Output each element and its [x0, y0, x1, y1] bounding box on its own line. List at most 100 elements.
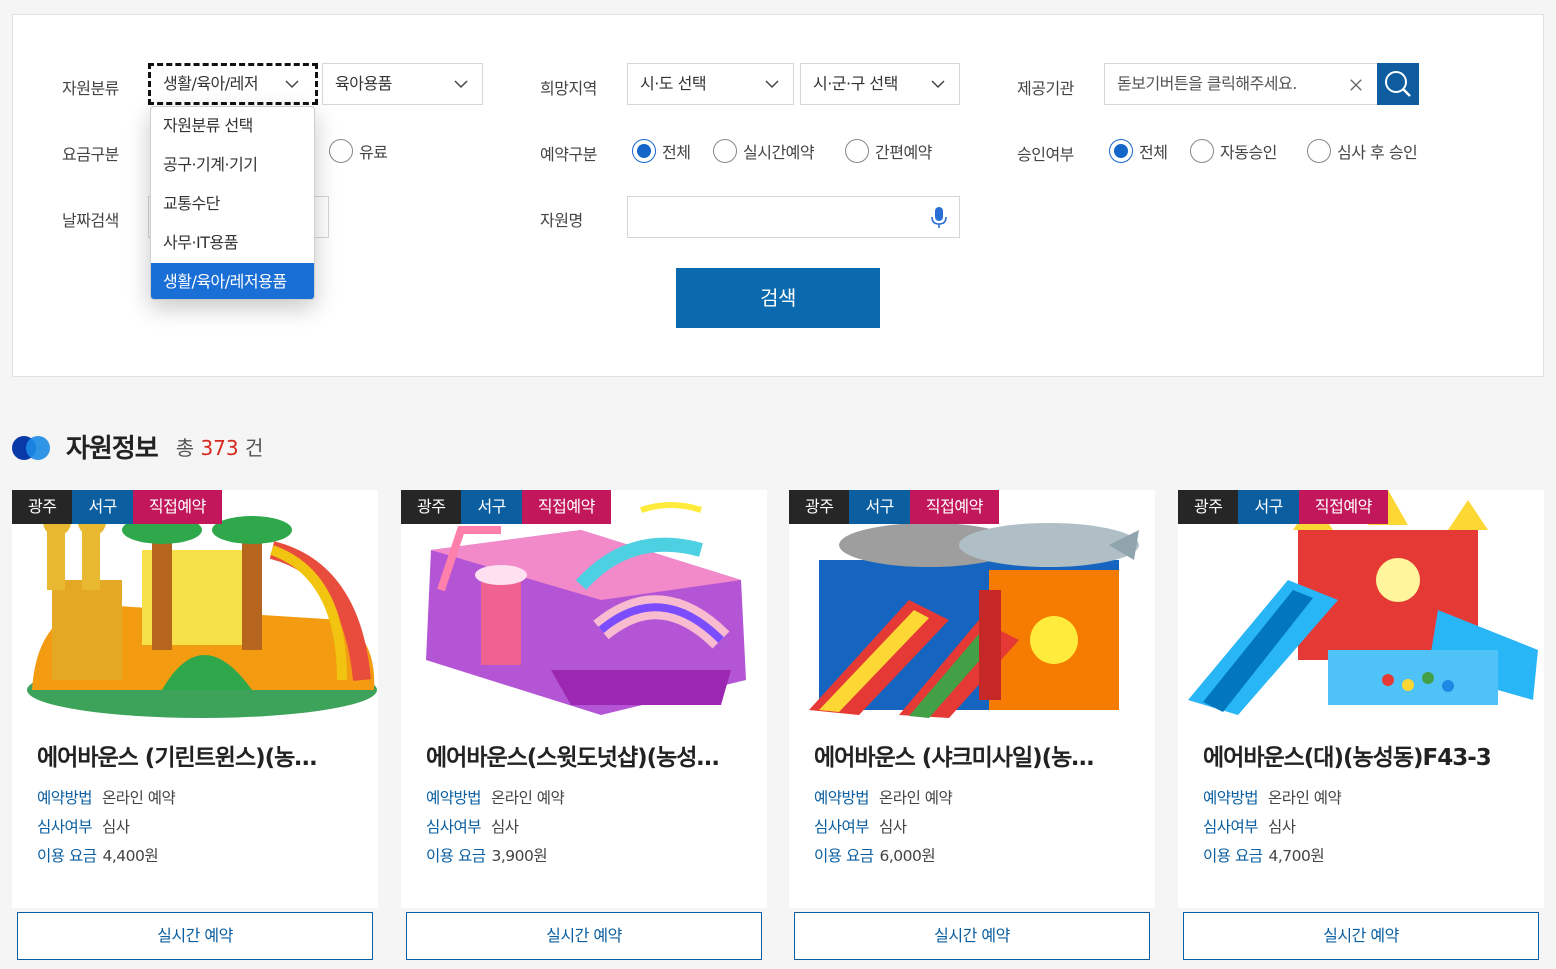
fee-paid-radio[interactable]: 유료 — [329, 139, 388, 163]
reserve-simple-radio[interactable]: 간편예약 — [845, 139, 932, 163]
resource-card[interactable]: 광주 서구 직접예약 에어바운스(대)(농성동)F43-3 예약방법 온라인 예약… — [1178, 490, 1544, 908]
fee-value: 4,400원 — [102, 847, 159, 865]
dropdown-option[interactable]: 자원분류 선택 — [151, 107, 314, 146]
radio-circle — [329, 139, 353, 163]
section-header: 자원정보 총 373 건 — [12, 428, 263, 465]
resource-name[interactable]: 에어바운스 (샤크미사일)(농… — [814, 738, 1134, 772]
region-tag: 광주 — [789, 490, 850, 524]
reserve-all-radio[interactable]: 전체 — [632, 139, 691, 163]
fee-row: 이용 요금 3,900원 — [426, 844, 548, 866]
inflatable-image — [809, 523, 1139, 718]
method-row: 예약방법 온라인 예약 — [1203, 786, 1342, 808]
resource-name[interactable]: 에어바운스 (기린트윈스)(농… — [37, 738, 357, 772]
name-input[interactable] — [627, 196, 960, 238]
section-title: 자원정보 — [66, 434, 159, 464]
radio-circle — [1190, 139, 1214, 163]
card-tags: 광주 서구 직접예약 — [401, 490, 611, 524]
approval-label: 승인여부 — [1017, 145, 1074, 164]
review-row: 심사여부 심사 — [37, 815, 130, 837]
resource-image[interactable] — [1178, 490, 1544, 718]
reserve-type-label: 예약구분 — [540, 145, 597, 164]
category-select[interactable]: 생활/육아/레저 — [148, 63, 318, 105]
method-key: 예약방법 — [426, 789, 482, 807]
region-tag: 광주 — [401, 490, 462, 524]
resource-image[interactable] — [789, 490, 1155, 718]
radio-circle — [845, 139, 869, 163]
sido-select-value: 시·도 선택 — [640, 74, 707, 93]
subcategory-select[interactable]: 육아용품 — [322, 63, 483, 105]
approval-auto-text: 자동승인 — [1220, 143, 1277, 162]
reserve-type-tag: 직접예약 — [1298, 490, 1388, 524]
microphone-icon[interactable] — [929, 206, 949, 230]
review-key: 심사여부 — [426, 818, 482, 836]
resource-card[interactable]: 광주 서구 직접예약 에어바운스 (기린트윈스)(농… 예약방법 온라인 예약 심… — [12, 490, 378, 908]
reserve-type-tag: 직접예약 — [132, 490, 222, 524]
resource-name[interactable]: 에어바운스(대)(농성동)F43-3 — [1203, 738, 1523, 772]
review-value: 심사 — [102, 818, 130, 836]
review-key: 심사여부 — [814, 818, 870, 836]
review-row: 심사여부 심사 — [1203, 815, 1296, 837]
district-tag: 서구 — [72, 490, 133, 524]
review-row: 심사여부 심사 — [426, 815, 519, 837]
fee-row: 이용 요금 6,000원 — [814, 844, 936, 866]
resource-card[interactable]: 광주 서구 직접예약 에어바운스 (샤크미사일)(농… 예약방법 온라인 예약 심… — [789, 490, 1155, 908]
review-value: 심사 — [879, 818, 907, 836]
reserve-type-tag: 직접예약 — [521, 490, 611, 524]
dropdown-option[interactable]: 공구·기계·기기 — [151, 146, 314, 185]
reserve-all-text: 전체 — [662, 143, 691, 162]
fee-label: 요금구분 — [62, 145, 119, 164]
provider-search-button[interactable] — [1377, 63, 1419, 105]
category-label: 자원분류 — [62, 79, 119, 98]
count-prefix: 총 — [175, 436, 195, 460]
region-label: 희망지역 — [540, 79, 597, 98]
fee-key: 이용 요금 — [814, 847, 874, 865]
resource-image[interactable] — [12, 490, 378, 718]
method-row: 예약방법 온라인 예약 — [814, 786, 953, 808]
method-value: 온라인 예약 — [879, 789, 953, 807]
realtime-reserve-button[interactable]: 실시간 예약 — [406, 912, 762, 960]
method-row: 예약방법 온라인 예약 — [37, 786, 176, 808]
realtime-reserve-button[interactable]: 실시간 예약 — [794, 912, 1150, 960]
provider-input-placeholder: 돋보기버튼을 클릭해주세요. — [1117, 74, 1297, 93]
category-select-value: 생활/육아/레저 — [163, 74, 259, 93]
dropdown-option[interactable]: 교통수단 — [151, 185, 314, 224]
district-tag: 서구 — [461, 490, 522, 524]
approval-review-text: 심사 후 승인 — [1337, 143, 1418, 162]
chevron-down-icon — [765, 80, 779, 89]
approval-review-radio[interactable]: 심사 후 승인 — [1307, 139, 1418, 163]
close-icon[interactable] — [1349, 78, 1363, 92]
resource-name[interactable]: 에어바운스(스윗도넛샵)(농성… — [426, 738, 746, 772]
reserve-realtime-radio[interactable]: 실시간예약 — [713, 139, 815, 163]
reserve-type-tag: 직접예약 — [909, 490, 999, 524]
realtime-reserve-button[interactable]: 실시간 예약 — [1183, 912, 1539, 960]
fee-value: 3,900원 — [491, 847, 548, 865]
fee-key: 이용 요금 — [426, 847, 486, 865]
approval-all-text: 전체 — [1139, 143, 1168, 162]
realtime-reserve-button[interactable]: 실시간 예약 — [17, 912, 373, 960]
result-count: 총 373 건 — [176, 432, 264, 461]
card-tags: 광주 서구 직접예약 — [12, 490, 222, 524]
radio-circle — [1307, 139, 1331, 163]
dropdown-option[interactable]: 사무·IT용품 — [151, 224, 314, 263]
radio-circle — [713, 139, 737, 163]
card-tags: 광주 서구 직접예약 — [1178, 490, 1388, 524]
resource-card[interactable]: 광주 서구 직접예약 에어바운스(스윗도넛샵)(농성… 예약방법 온라인 예약 심… — [401, 490, 767, 908]
dropdown-option-selected[interactable]: 생활/육아/레저용품 — [151, 263, 314, 299]
district-tag: 서구 — [1238, 490, 1299, 524]
section-dots-icon — [12, 434, 52, 460]
fee-row: 이용 요금 4,700원 — [1203, 844, 1325, 866]
approval-all-radio[interactable]: 전체 — [1109, 139, 1168, 163]
approval-auto-radio[interactable]: 자동승인 — [1190, 139, 1277, 163]
method-row: 예약방법 온라인 예약 — [426, 786, 565, 808]
count-suffix: 건 — [245, 436, 264, 460]
sido-select[interactable]: 시·도 선택 — [627, 63, 794, 105]
resource-image[interactable] — [401, 490, 767, 718]
subcategory-select-value: 육아용품 — [335, 74, 392, 93]
search-icon — [1385, 71, 1411, 97]
review-key: 심사여부 — [37, 818, 93, 836]
provider-input[interactable]: 돋보기버튼을 클릭해주세요. — [1104, 63, 1378, 105]
search-button[interactable]: 검색 — [676, 268, 880, 328]
sigungu-select[interactable]: 시·군·구 선택 — [800, 63, 960, 105]
chevron-down-icon — [931, 80, 945, 89]
radio-circle-checked — [632, 139, 656, 163]
